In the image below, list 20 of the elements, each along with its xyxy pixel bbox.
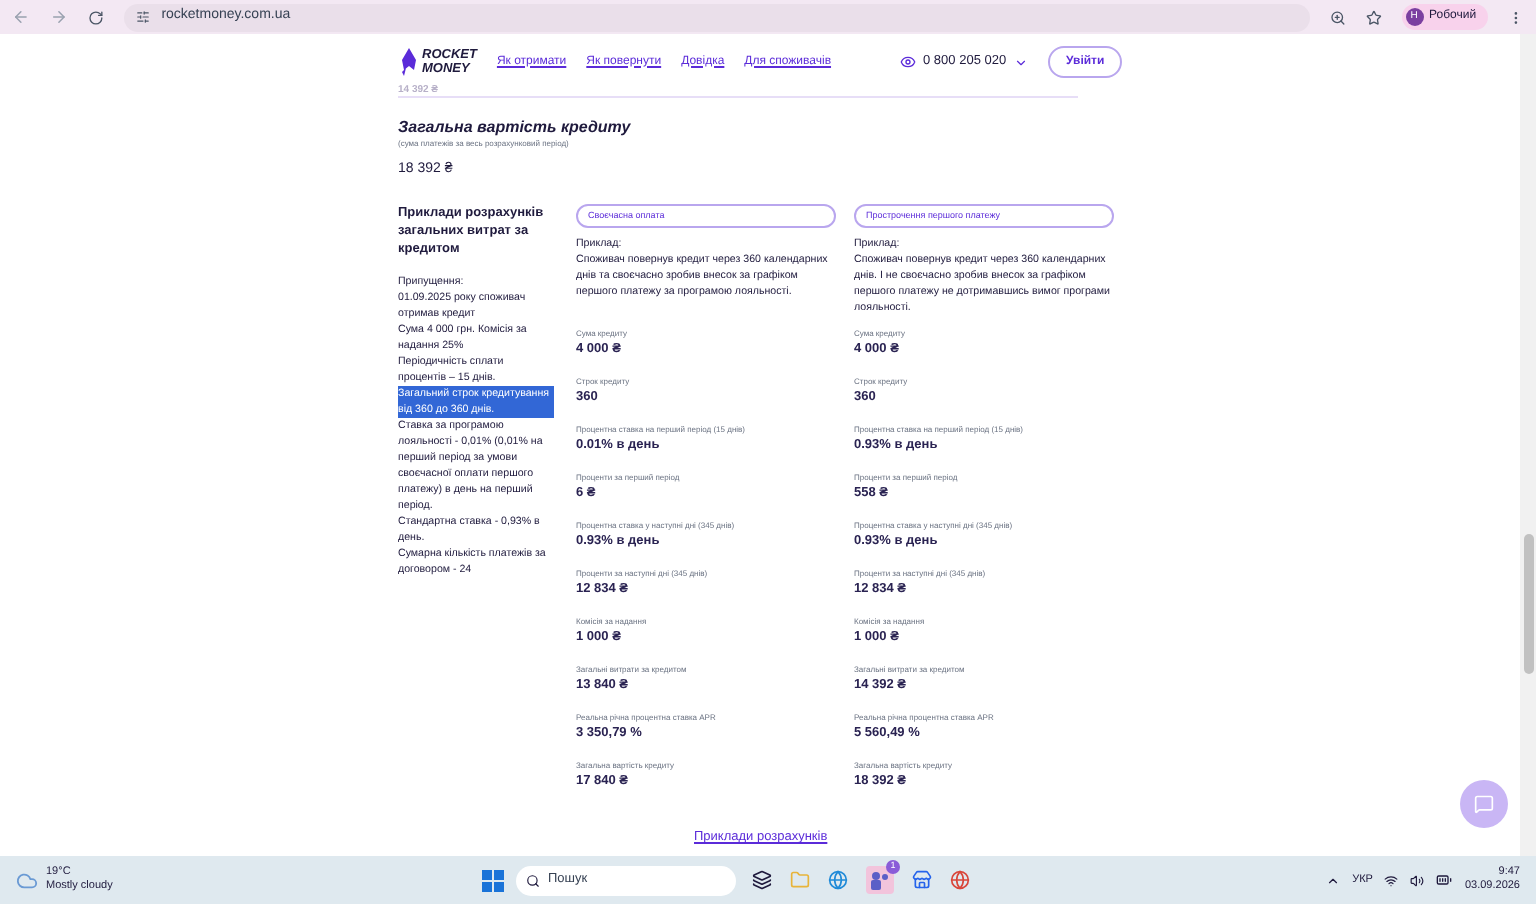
scrollbar[interactable] — [1520, 34, 1536, 856]
store-icon[interactable] — [912, 870, 932, 890]
volume-icon[interactable] — [1410, 873, 1425, 887]
wifi-icon[interactable] — [1384, 873, 1399, 887]
reload-icon[interactable] — [87, 9, 104, 25]
section-title: Загальна вартість кредиту — [398, 118, 633, 138]
browser-icon[interactable] — [950, 870, 970, 890]
chat-icon — [1474, 794, 1494, 814]
people-icon[interactable] — [870, 870, 890, 890]
site-settings-icon[interactable] — [135, 10, 150, 24]
eye-icon[interactable] — [899, 54, 916, 70]
globe-icon[interactable] — [828, 870, 848, 890]
bookmark-icon[interactable] — [1365, 9, 1382, 25]
zoom-icon[interactable] — [1329, 9, 1346, 25]
windows-icon[interactable] — [482, 869, 504, 891]
chevron-up-icon[interactable] — [1326, 873, 1341, 887]
battery-icon[interactable] — [1436, 872, 1453, 888]
search-icon — [526, 873, 540, 887]
rocket-icon — [400, 48, 418, 76]
chevron-down-icon[interactable] — [1014, 55, 1029, 69]
